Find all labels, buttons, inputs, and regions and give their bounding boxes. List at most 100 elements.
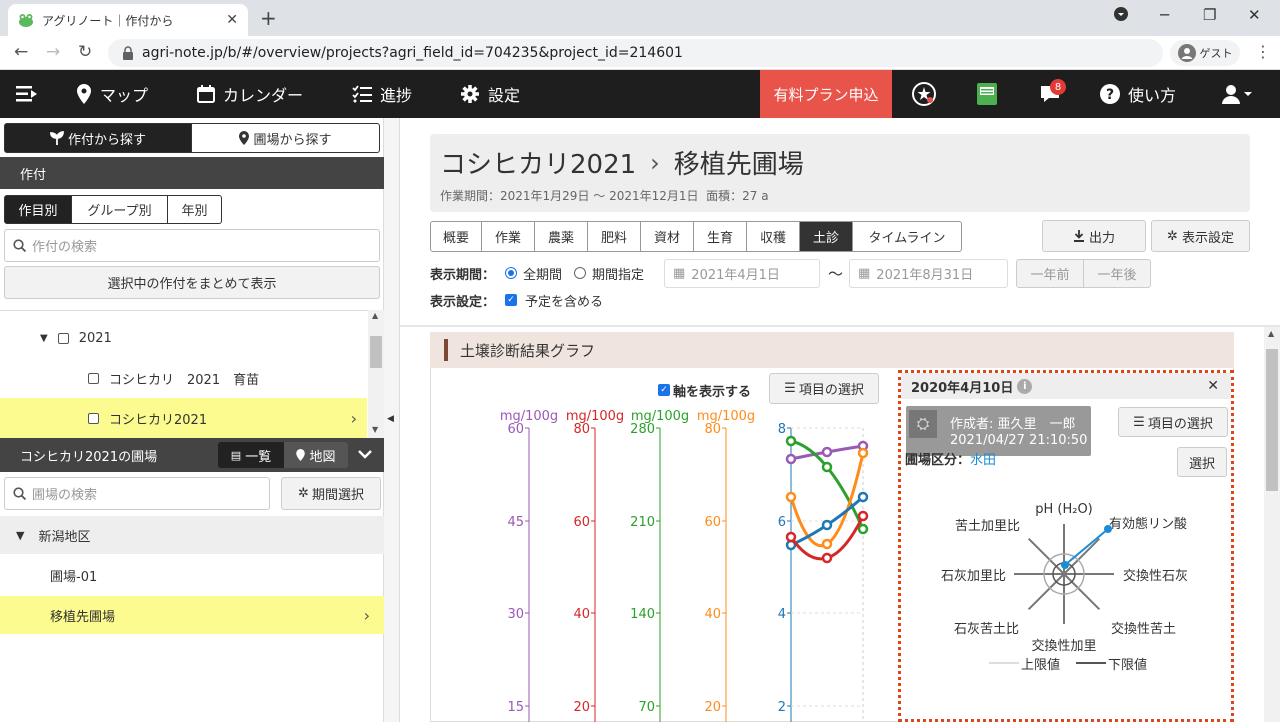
checkbox-2021[interactable]: [57, 332, 69, 344]
next-year-button[interactable]: 一年後: [1084, 259, 1151, 288]
guest-profile-button[interactable]: ゲスト: [1170, 40, 1240, 66]
restore-icon[interactable]: ❐: [1203, 6, 1216, 24]
field-type-value[interactable]: 水田: [970, 449, 996, 468]
show-selected-crops-label: 選択中の作付をまとめて表示: [107, 277, 277, 292]
profile-menu-icon[interactable]: [1113, 6, 1129, 26]
popup-select-button[interactable]: 選択: [1177, 447, 1227, 477]
badge-star-button[interactable]: [912, 70, 936, 118]
tab-7[interactable]: 土診: [800, 221, 853, 252]
radar-spoke-5: [1027, 573, 1065, 611]
tab-search-by-field[interactable]: 圃場から探す: [192, 123, 380, 153]
seg-by-item[interactable]: 作目別: [4, 195, 72, 224]
forward-icon[interactable]: →: [46, 42, 60, 62]
tree-node-2021[interactable]: ▼ 2021: [40, 324, 112, 352]
popup-select-items-button[interactable]: ☰ 項目の選択: [1118, 407, 1228, 437]
tab-search-by-crop-label: 作付から探す: [67, 132, 146, 148]
hamburger-menu-icon[interactable]: [16, 70, 38, 118]
radar-label-3: 交換性苦土: [1111, 621, 1176, 637]
scroll-down-icon[interactable]: ▼: [372, 425, 378, 434]
tab-0[interactable]: 概要: [430, 221, 482, 252]
nav-progress[interactable]: 進捗: [352, 70, 412, 118]
download-icon: [1073, 230, 1084, 242]
seg-by-group[interactable]: グループ別: [72, 195, 168, 224]
tab-5[interactable]: 生育: [694, 221, 747, 252]
section-accent-bar: [444, 339, 448, 361]
close-tab-icon[interactable]: ✕: [226, 12, 238, 28]
scroll-up-icon[interactable]: ▲: [372, 311, 378, 320]
field-search-input[interactable]: 圃場の検索: [4, 477, 270, 510]
date-to-field[interactable]: ▦ 2021年8月31日: [849, 259, 1008, 288]
list-icon: ☰: [1133, 414, 1145, 430]
radio-all-period[interactable]: [505, 267, 518, 279]
checkbox-nursery[interactable]: [88, 372, 99, 384]
prev-year-button[interactable]: 一年前: [1016, 259, 1084, 288]
fields-section-title: コシヒカリ2021の圃場: [20, 449, 158, 465]
view-map-toggle[interactable]: 地図: [284, 442, 348, 468]
browser-tab-bar: アグリノート｜作付から ✕ + ─ ❐ ✕: [0, 0, 1280, 36]
panel-splitter[interactable]: ◀: [384, 118, 400, 722]
collapse-left-icon[interactable]: ◀: [387, 414, 394, 424]
paid-plan-button[interactable]: 有料プラン申込: [760, 70, 892, 118]
info-icon[interactable]: i: [1017, 378, 1033, 394]
date-from-field[interactable]: ▦ 2021年4月1日: [664, 259, 820, 288]
tab-3[interactable]: 肥料: [588, 221, 641, 252]
browser-tab[interactable]: アグリノート｜作付から ✕: [8, 4, 248, 36]
seg-by-year[interactable]: 年別: [168, 195, 222, 224]
tab-search-by-crop[interactable]: 作付から探す: [4, 123, 192, 153]
tree-node-2021-label: 2021: [78, 330, 112, 346]
scroll-thumb[interactable]: [370, 336, 382, 368]
region-row[interactable]: ▼ 新潟地区: [0, 516, 384, 554]
checkbox-koshihikari2021[interactable]: [88, 412, 99, 424]
field-row-transplant[interactable]: 移植先圃場 ›: [0, 596, 384, 634]
scroll-thumb[interactable]: [1266, 349, 1278, 491]
popup-datetime: 2021/04/27 21:10:50: [950, 433, 1088, 448]
app-navbar: マップ カレンダー 進捗 設定 有料プラン申込 8 ? 使い方: [0, 70, 1280, 118]
tab-8[interactable]: タイムライン: [853, 221, 962, 252]
chevron-down-icon[interactable]: [358, 450, 372, 460]
display-settings-button[interactable]: ✲ 表示設定: [1151, 220, 1250, 252]
nav-settings[interactable]: 設定: [460, 70, 520, 118]
tree-scrollbar[interactable]: ▲ ▼: [368, 310, 384, 438]
new-tab-icon[interactable]: +: [260, 6, 277, 30]
browser-menu-icon[interactable]: ⋮: [1255, 42, 1271, 61]
tab-4[interactable]: 資材: [641, 221, 694, 252]
notification-badge: 8: [1050, 79, 1066, 95]
show-selected-crops-button[interactable]: 選択中の作付をまとめて表示: [4, 266, 380, 299]
include-plan-label: 予定を含める: [525, 294, 604, 310]
url-field[interactable]: agri-note.jp/b/#/overview/projects?agri_…: [108, 39, 1163, 67]
radio-specified-period[interactable]: [574, 267, 587, 279]
main-scrollbar[interactable]: ▲: [1264, 327, 1280, 722]
close-window-icon[interactable]: ✕: [1248, 6, 1261, 24]
tab-6[interactable]: 収穫: [747, 221, 800, 252]
user-circle-icon: [1177, 44, 1196, 62]
include-plan-checkbox[interactable]: ✓: [505, 294, 518, 306]
tree-item-koshihikari2021[interactable]: コシヒカリ2021 ›: [0, 398, 367, 438]
field-row-01[interactable]: 圃場-01: [0, 557, 384, 593]
back-icon[interactable]: ←: [14, 42, 28, 62]
nav-map[interactable]: マップ: [76, 70, 148, 118]
tree-item-nursery[interactable]: コシヒカリ 2021 育苗: [88, 364, 259, 392]
user-menu[interactable]: [1222, 70, 1254, 118]
show-axis-checkbox[interactable]: ✓: [658, 384, 670, 396]
nav-help[interactable]: ? 使い方: [1100, 70, 1176, 118]
minimize-icon[interactable]: ─: [1160, 6, 1169, 24]
series-point-2-1: [821, 538, 833, 550]
tree-item-koshihikari2021-label: コシヒカリ2021: [109, 412, 208, 428]
tick-label-3-0: 80: [704, 422, 721, 437]
crop-search-input[interactable]: 作付の検索: [4, 229, 380, 262]
next-year-label: 一年後: [1097, 268, 1137, 283]
view-list-toggle[interactable]: ▤ 一覧: [218, 442, 284, 468]
star-badge-icon: [912, 82, 936, 106]
messages-button[interactable]: 8: [1040, 70, 1066, 118]
popup-close-icon[interactable]: ✕: [1207, 378, 1219, 394]
tab-2[interactable]: 農薬: [535, 221, 588, 252]
caret-down-icon: ▼: [40, 332, 48, 344]
scroll-up-icon[interactable]: ▲: [1268, 329, 1274, 338]
reload-icon[interactable]: ↻: [78, 42, 92, 62]
nav-calendar[interactable]: カレンダー: [197, 70, 303, 118]
tick-label-2-3: 70: [638, 700, 655, 715]
tab-1[interactable]: 作業: [482, 221, 535, 252]
export-button[interactable]: 出力: [1042, 220, 1146, 252]
notebook-button[interactable]: [975, 70, 999, 118]
period-select-button[interactable]: ✲ 期間選択: [281, 477, 381, 510]
